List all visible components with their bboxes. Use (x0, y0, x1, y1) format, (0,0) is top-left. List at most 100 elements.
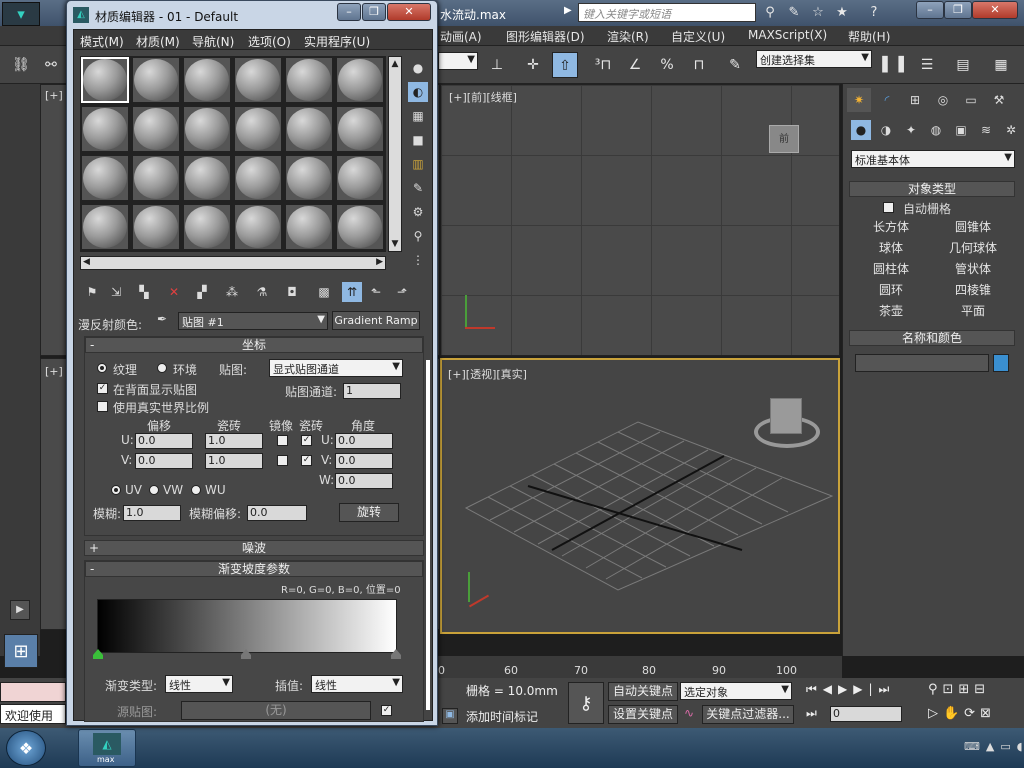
mat-close-button[interactable]: ✕ (387, 3, 431, 21)
mat-menu-material[interactable]: 材质(M) (136, 33, 180, 50)
sphere-button[interactable]: 球体 (853, 239, 929, 257)
video-color-check-icon[interactable]: ▥ (408, 154, 428, 174)
get-material-icon[interactable]: ⚑ (82, 282, 102, 302)
viewport-perspective[interactable]: [+][透视][真实] (440, 358, 840, 634)
material-slot[interactable] (183, 204, 231, 250)
mat-menu-mode[interactable]: 模式(M) (80, 33, 124, 50)
sample-type-icon[interactable]: ● (408, 58, 428, 78)
material-slot[interactable] (132, 106, 180, 152)
link-icon[interactable]: ⛓ (8, 52, 34, 78)
vw-radio[interactable] (149, 485, 159, 495)
u-offset-spinner[interactable]: 0.0 (135, 433, 193, 449)
background-icon[interactable]: ▦ (408, 106, 428, 126)
material-slot[interactable] (132, 57, 180, 103)
named-selection-dropdown[interactable]: 创建选择集 ▼ (756, 50, 872, 68)
params-scrollbar[interactable] (426, 360, 430, 710)
binoculars-icon[interactable]: ⚲ (760, 3, 780, 22)
scroll-right-icon[interactable]: ▶ (376, 257, 383, 267)
maxscript-listener[interactable] (0, 682, 66, 702)
plane-button[interactable]: 平面 (935, 302, 1011, 320)
motion-tab-icon[interactable]: ◎ (931, 88, 955, 112)
viewport-label[interactable]: [+][前][线框] (449, 89, 517, 105)
geometry-icon[interactable]: ● (851, 120, 871, 140)
mapping-dropdown[interactable]: 显式贴图通道 ▼ (269, 359, 403, 377)
auto-key-button[interactable]: 自动关键点 (608, 682, 678, 701)
pivot-icon[interactable]: ⊥ (484, 52, 510, 78)
map-type-button[interactable]: Gradient Ramp (332, 311, 420, 330)
material-slot[interactable] (285, 106, 333, 152)
noise-rollout-header[interactable]: + 噪波 (84, 540, 424, 556)
object-name-input[interactable] (855, 354, 989, 372)
environ-radio[interactable] (157, 363, 167, 373)
v-offset-spinner[interactable]: 0.0 (135, 453, 193, 469)
mat-menu-navigation[interactable]: 导航(N) (192, 33, 234, 50)
box-button[interactable]: 长方体 (853, 218, 929, 236)
align-icon[interactable]: ☰ (914, 52, 940, 78)
material-slot[interactable] (81, 155, 129, 201)
category-dropdown[interactable]: 标准基本体 ▼ (851, 150, 1015, 168)
material-slot[interactable] (234, 155, 282, 201)
material-slot[interactable] (234, 57, 282, 103)
viewcube-icon[interactable]: 前 (769, 125, 799, 153)
star-outline-icon[interactable]: ☆ (808, 3, 828, 22)
select-by-material-icon[interactable]: ⚲ (408, 226, 428, 246)
rotate-button[interactable]: 旋转 (339, 503, 399, 522)
texture-radio[interactable] (97, 363, 107, 373)
uv-tiling-icon[interactable]: ■ (408, 130, 428, 150)
go-forward-sibling-icon[interactable]: ⬏ (392, 282, 412, 302)
scroll-down-icon[interactable]: ▼ (390, 239, 400, 249)
make-unique-icon[interactable]: ⁂ (222, 282, 242, 302)
viewport-layout-icon[interactable]: ⊞ (4, 634, 38, 668)
menu-help[interactable]: 帮助(H) (848, 28, 890, 45)
favorite-icon[interactable]: ★ (832, 3, 852, 22)
timeline-ruler[interactable]: 0 60 70 80 90 100 (436, 656, 842, 678)
cone-button[interactable]: 圆锥体 (935, 218, 1011, 236)
geosphere-button[interactable]: 几何球体 (935, 239, 1011, 257)
minimize-button[interactable]: – (916, 1, 944, 19)
reset-map-icon[interactable]: ✕ (164, 282, 184, 302)
lights-icon[interactable]: ✦ (901, 120, 921, 140)
nav-controls-top[interactable]: ⚲⊡⊞⊟ (928, 682, 1020, 700)
time-tag-icon[interactable]: ▣ (442, 708, 458, 724)
welcome-field[interactable]: 欢迎使用 (0, 704, 66, 724)
mat-menu-options[interactable]: 选项(O) (248, 33, 291, 50)
edit-named-sel-icon[interactable]: ✎ (722, 52, 748, 78)
scroll-up-icon[interactable]: ▲ (390, 59, 400, 69)
material-slot[interactable] (81, 204, 129, 250)
u-angle-spinner[interactable]: 0.0 (335, 433, 393, 449)
material-slot[interactable] (183, 57, 231, 103)
menu-maxscript[interactable]: MAXScript(X) (748, 28, 827, 42)
key-mode-dropdown[interactable]: 选定对象 ▼ (680, 682, 792, 700)
v-tile-checkbox[interactable]: ✓ (301, 455, 312, 466)
help-icon[interactable]: ? (864, 3, 884, 22)
blur-offset-spinner[interactable]: 0.0 (247, 505, 307, 521)
put-to-library-icon[interactable]: ⚗ (252, 282, 272, 302)
tube-button[interactable]: 管状体 (935, 260, 1011, 278)
name-color-rollout[interactable]: 名称和颜色 (849, 330, 1015, 346)
material-slot[interactable] (183, 106, 231, 152)
menu-animation[interactable]: 动画(A) (440, 28, 482, 45)
uv-radio[interactable] (111, 485, 121, 495)
show-back-checkbox[interactable]: ✓ (97, 383, 108, 394)
source-map-checkbox[interactable]: ✓ (381, 705, 392, 716)
create-tab-icon[interactable]: ✷ (847, 88, 871, 112)
autogrid-checkbox[interactable] (883, 202, 894, 213)
current-frame-input[interactable]: 0 (830, 706, 902, 722)
mat-maximize-button[interactable]: ❐ (362, 3, 386, 21)
v-tiling-spinner[interactable]: 1.0 (205, 453, 263, 469)
w-angle-spinner[interactable]: 0.0 (335, 473, 393, 489)
interp-dropdown[interactable]: 线性 ▼ (311, 675, 403, 693)
material-slot[interactable] (285, 204, 333, 250)
teapot-button[interactable]: 茶壶 (853, 302, 929, 320)
show-map-icon[interactable]: ▩ (314, 282, 334, 302)
mirror-icon[interactable]: ▌▐ (880, 52, 906, 78)
key-mode-toggle-icon[interactable]: ⏭ (806, 706, 817, 721)
copy-material-icon[interactable]: ▞ (192, 282, 212, 302)
key-icon[interactable]: ⚷ (568, 682, 604, 724)
scroll-left-icon[interactable]: ◀ (83, 257, 90, 267)
playback-controls[interactable]: ⏮◀▶▶|⏭ (806, 682, 918, 700)
channel-spinner[interactable]: 1 (343, 383, 401, 399)
cylinder-button[interactable]: 圆柱体 (853, 260, 929, 278)
pyramid-button[interactable]: 四棱锥 (935, 281, 1011, 299)
options-icon[interactable]: ⚙ (408, 202, 428, 222)
